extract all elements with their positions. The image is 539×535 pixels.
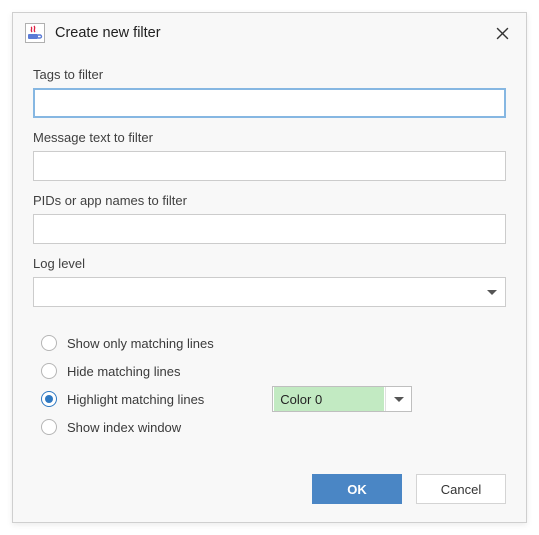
ok-button[interactable]: OK — [312, 474, 402, 504]
radio-show-only[interactable] — [41, 335, 57, 351]
dialog-buttons: OK Cancel — [312, 474, 506, 504]
close-button[interactable] — [490, 21, 514, 45]
color-swatch: Color 0 — [274, 387, 384, 411]
chevron-down-icon — [487, 290, 497, 295]
mode-radio-group: Show only matching lines Hide matching l… — [33, 329, 506, 441]
create-filter-dialog: Create new filter Tags to filter Message… — [12, 12, 527, 523]
message-label: Message text to filter — [33, 130, 506, 145]
chevron-down-icon — [394, 397, 404, 402]
cancel-button[interactable]: Cancel — [416, 474, 506, 504]
close-icon — [496, 27, 509, 40]
pids-input[interactable] — [33, 214, 506, 244]
tags-input[interactable] — [33, 88, 506, 118]
dialog-content: Tags to filter Message text to filter PI… — [13, 49, 526, 441]
tags-label: Tags to filter — [33, 67, 506, 82]
loglevel-select[interactable] — [33, 277, 506, 307]
loglevel-label: Log level — [33, 256, 506, 271]
highlight-color-select[interactable]: Color 0 — [272, 386, 412, 412]
radio-hide-label[interactable]: Hide matching lines — [67, 364, 180, 379]
pids-label: PIDs or app names to filter — [33, 193, 506, 208]
titlebar: Create new filter — [13, 13, 526, 49]
message-input[interactable] — [33, 151, 506, 181]
dialog-title: Create new filter — [55, 25, 490, 41]
radio-index-window-label[interactable]: Show index window — [67, 420, 181, 435]
radio-index-window[interactable] — [41, 419, 57, 435]
color-select-caret — [385, 387, 411, 411]
radio-show-only-label[interactable]: Show only matching lines — [67, 336, 214, 351]
java-app-icon — [25, 23, 45, 43]
radio-highlight-label[interactable]: Highlight matching lines — [67, 392, 204, 407]
radio-hide[interactable] — [41, 363, 57, 379]
radio-highlight[interactable] — [41, 391, 57, 407]
